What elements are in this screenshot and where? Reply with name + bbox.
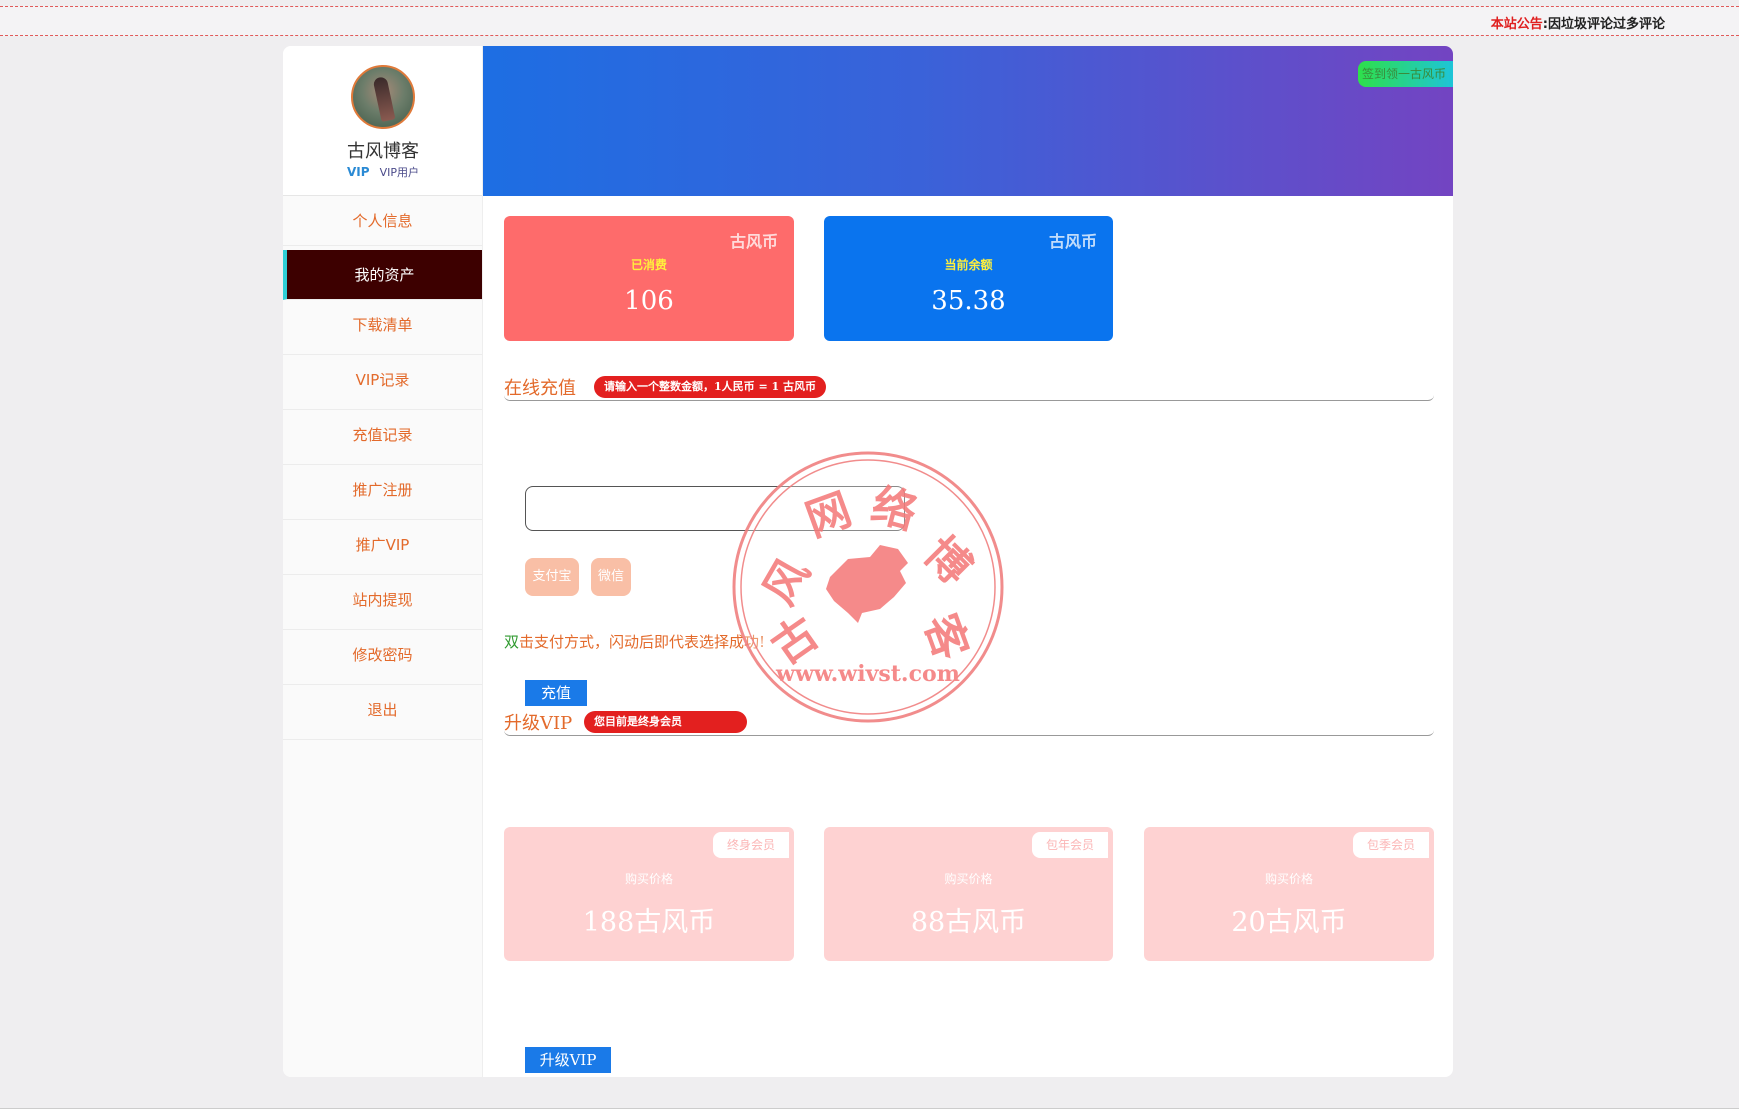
username: 古风博客 <box>347 141 419 162</box>
sidebar-item-assets[interactable]: 我的资产 <box>283 250 482 300</box>
balance-card: 古风币 当前余额 35.38 <box>824 216 1113 341</box>
consumed-unit: 古风币 <box>729 232 778 251</box>
assets-content: 古风币 已消费 106 古风币 当前余额 35.38 在线充值 请输入一个整数金… <box>483 196 1453 1077</box>
plan-tag: 终身会员 <box>712 832 789 858</box>
consumed-card: 古风币 已消费 106 <box>504 216 794 341</box>
vip-status: VIP VIP用户 <box>283 164 483 180</box>
payment-hint: 双击支付方式，闪动后即代表选择成功! <box>504 631 765 652</box>
payment-hint-text: 击支付方式，闪动后即代表选择成功! <box>519 633 766 651</box>
sidebar-item-vip-records[interactable]: VIP记录 <box>283 355 482 410</box>
consumed-value: 106 <box>624 286 674 316</box>
sidebar-item-recharge-records[interactable]: 充值记录 <box>283 410 482 465</box>
wechat-pay-button[interactable]: 微信 <box>591 558 631 596</box>
vip-section-header: 升级VIP 您目前是终身会员 <box>504 701 1434 736</box>
plan-price: 88古风币 <box>910 907 1027 938</box>
announcement-content[interactable]: 因垃圾评论过多评论 <box>1548 17 1665 32</box>
sidebar-item-referral-register[interactable]: 推广注册 <box>283 465 482 520</box>
recharge-section-header: 在线充值 请输入一个整数金额，1人民币 = 1 古风币 <box>504 366 1434 401</box>
header-banner: 签到领一古风币 <box>483 46 1453 196</box>
plan-tag: 包年会员 <box>1031 832 1108 858</box>
alipay-button[interactable]: 支付宝 <box>525 558 579 596</box>
plan-tag: 包季会员 <box>1352 832 1429 858</box>
avatar-figure <box>372 76 396 122</box>
recharge-hint-badge: 请输入一个整数金额，1人民币 = 1 古风币 <box>594 376 827 398</box>
balance-label: 当前余额 <box>944 258 993 272</box>
sidebar-item-downloads[interactable]: 下载清单 <box>283 300 482 355</box>
announcement-text: 本站公告:因垃圾评论过多评论 <box>1491 13 1665 32</box>
plan-price-label: 购买价格 <box>624 872 673 886</box>
consumed-label: 已消费 <box>630 258 667 272</box>
vip-label: VIP用户 <box>379 166 419 179</box>
payment-hint-prefix: 双 <box>504 633 520 651</box>
profile-card: 古风博客 VIP VIP用户 <box>283 46 482 196</box>
sidebar-item-referral-vip[interactable]: 推广VIP <box>283 520 482 575</box>
plan-price: 20古风币 <box>1231 907 1347 938</box>
plan-card-yearly[interactable]: 包年会员 购买价格 88古风币 <box>824 827 1113 961</box>
vip-status-badge: 您目前是终身会员 <box>584 711 747 733</box>
plan-card-quarterly[interactable]: 包季会员 购买价格 20古风币 <box>1144 827 1434 961</box>
sidebar-menu: 个人信息 我的资产 下载清单 VIP记录 充值记录 推广注册 推广VIP 站内提… <box>283 196 482 740</box>
sidebar: 古风博客 VIP VIP用户 个人信息 我的资产 下载清单 VIP记录 充值记录 … <box>283 46 483 1077</box>
sidebar-item-withdraw[interactable]: 站内提现 <box>283 575 482 630</box>
vip-icon: VIP <box>347 165 370 179</box>
user-center-panel: 古风博客 VIP VIP用户 个人信息 我的资产 下载清单 VIP记录 充值记录 … <box>283 46 1453 1077</box>
recharge-amount-input[interactable] <box>525 486 905 531</box>
announcement-bar: 本站公告:因垃圾评论过多评论 <box>0 6 1739 36</box>
plan-price-label: 购买价格 <box>1264 872 1313 886</box>
avatar[interactable] <box>351 65 415 129</box>
balance-value: 35.38 <box>931 286 1006 316</box>
plan-card-lifetime[interactable]: 终身会员 购买价格 188古风币 <box>504 827 794 961</box>
plan-price-label: 购买价格 <box>944 872 993 886</box>
upgrade-vip-button[interactable]: 升级VIP <box>525 1047 611 1073</box>
balance-unit: 古风币 <box>1048 232 1097 251</box>
plan-price: 188古风币 <box>582 907 716 938</box>
sidebar-item-profile[interactable]: 个人信息 <box>283 196 482 246</box>
vip-title: 升级VIP <box>504 713 573 734</box>
recharge-title: 在线充值 <box>504 378 576 399</box>
announcement-label: 本站公告 <box>1490 17 1543 32</box>
daily-signin-button[interactable]: 签到领一古风币 <box>1358 61 1453 87</box>
sidebar-item-logout[interactable]: 退出 <box>283 685 482 740</box>
sidebar-item-change-password[interactable]: 修改密码 <box>283 630 482 685</box>
